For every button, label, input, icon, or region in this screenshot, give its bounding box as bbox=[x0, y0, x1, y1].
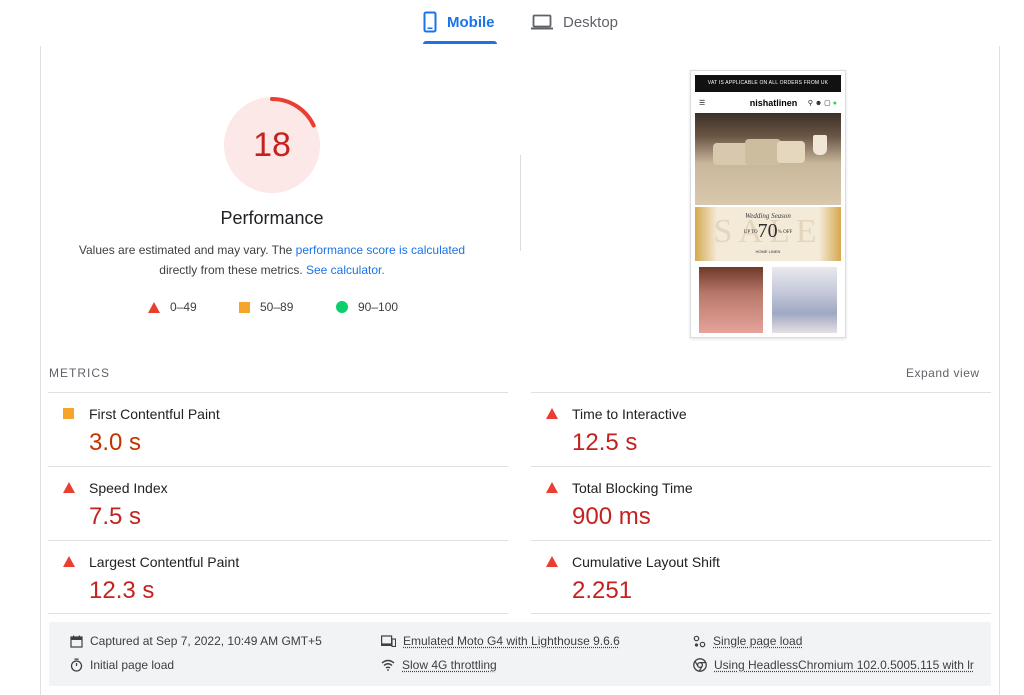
metric-value: 900 ms bbox=[572, 503, 651, 531]
device-tabs: Mobile Desktop bbox=[0, 0, 1024, 46]
browser-version[interactable]: Using HeadlessChromium 102.0.5005.115 wi… bbox=[693, 658, 974, 672]
wifi-icon bbox=[381, 659, 395, 671]
single-load-text: Single page load bbox=[713, 634, 802, 648]
metric-value: 3.0 s bbox=[89, 429, 141, 457]
sale-sub: HOME LINEN bbox=[695, 249, 841, 254]
metric-value: 2.251 bbox=[572, 577, 632, 605]
desc-prefix: Values are estimated and may vary. The bbox=[79, 243, 296, 257]
metric-label: Largest Contentful Paint bbox=[89, 554, 239, 570]
menu-search-icon: ☰ bbox=[699, 99, 705, 107]
fail-triangle-icon bbox=[63, 556, 75, 567]
legend-fail: 0–49 bbox=[148, 298, 197, 316]
captured-text: Captured at Sep 7, 2022, 10:49 AM GMT+5 bbox=[90, 634, 322, 648]
timer-icon bbox=[70, 658, 83, 672]
sale-value: UP TO70% OFF bbox=[695, 220, 841, 243]
performance-gauge: 18 bbox=[223, 96, 321, 194]
legend-average: 50–89 bbox=[239, 298, 293, 316]
smartphone-icon bbox=[423, 11, 437, 33]
browser-text: Using HeadlessChromium 102.0.5005.115 wi… bbox=[714, 658, 974, 672]
fail-triangle-icon bbox=[546, 408, 558, 419]
tab-mobile[interactable]: Mobile bbox=[423, 0, 497, 44]
metric-label: Speed Index bbox=[89, 480, 168, 496]
active-tab-indicator bbox=[423, 41, 497, 44]
fail-triangle-icon bbox=[63, 482, 75, 493]
fail-triangle-icon bbox=[546, 482, 558, 493]
square-icon bbox=[239, 302, 250, 313]
network-throttling[interactable]: Slow 4G throttling bbox=[381, 658, 497, 672]
final-screenshot[interactable]: VAT IS APPLICABLE ON ALL ORDERS FROM UK … bbox=[690, 70, 846, 338]
nav-icons: ⚲ ☻ ▢ ● bbox=[808, 99, 837, 107]
emulated-text: Emulated Moto G4 with Lighthouse 9.6.6 bbox=[403, 634, 620, 648]
single-page-load[interactable]: Single page load bbox=[693, 634, 802, 648]
screenshot-banner: VAT IS APPLICABLE ON ALL ORDERS FROM UK bbox=[695, 75, 841, 92]
metric-label: Time to Interactive bbox=[572, 406, 687, 422]
metric-label: Cumulative Layout Shift bbox=[572, 554, 720, 570]
see-calculator-link[interactable]: See calculator. bbox=[306, 263, 385, 277]
expand-view-button[interactable]: Expand view bbox=[906, 366, 980, 380]
initial-page-load: Initial page load bbox=[70, 658, 174, 672]
chrome-icon bbox=[693, 658, 707, 672]
screenshot-logo: nishatlinen bbox=[750, 98, 798, 108]
legend-average-label: 50–89 bbox=[260, 300, 293, 314]
devices-icon bbox=[381, 635, 396, 647]
screenshot-nav: ☰ nishatlinen ⚲ ☻ ▢ ● bbox=[695, 95, 841, 111]
calendar-icon bbox=[70, 635, 83, 648]
metric-label: First Contentful Paint bbox=[89, 406, 220, 422]
performance-description: Values are estimated and may vary. The p… bbox=[70, 240, 474, 280]
screenshot-product-image bbox=[772, 267, 837, 333]
average-square-icon bbox=[63, 408, 74, 419]
people-icon bbox=[693, 635, 706, 648]
emulated-device[interactable]: Emulated Moto G4 with Lighthouse 9.6.6 bbox=[381, 634, 620, 648]
desc-middle: directly from these metrics. bbox=[159, 263, 306, 277]
tab-mobile-label: Mobile bbox=[447, 14, 495, 31]
legend-pass: 90–100 bbox=[336, 298, 398, 316]
screenshot-product-image bbox=[699, 267, 763, 333]
metrics-title: METRICS bbox=[49, 366, 110, 380]
triangle-icon bbox=[148, 302, 160, 313]
screenshot-sale-banner: SALE Wedding Season UP TO70% OFF HOME LI… bbox=[695, 207, 841, 261]
captured-at: Captured at Sep 7, 2022, 10:49 AM GMT+5 bbox=[70, 634, 322, 648]
performance-score-link[interactable]: performance score is calculated bbox=[296, 243, 465, 257]
metric-cumulative-layout-shift: Cumulative Layout Shift 2.251 bbox=[531, 540, 991, 614]
metric-value: 7.5 s bbox=[89, 503, 141, 531]
runtime-settings: Captured at Sep 7, 2022, 10:49 AM GMT+5 … bbox=[49, 622, 991, 686]
metric-time-to-interactive: Time to Interactive 12.5 s bbox=[531, 392, 991, 466]
metric-largest-contentful-paint: Largest Contentful Paint 12.3 s bbox=[48, 540, 508, 614]
legend-pass-label: 90–100 bbox=[358, 300, 398, 314]
tab-desktop[interactable]: Desktop bbox=[531, 0, 621, 44]
screenshot-hero-image bbox=[695, 113, 841, 205]
metric-total-blocking-time: Total Blocking Time 900 ms bbox=[531, 466, 991, 540]
metric-value: 12.3 s bbox=[89, 577, 154, 605]
fail-triangle-icon bbox=[546, 556, 558, 567]
laptop-icon bbox=[531, 14, 553, 30]
performance-title: Performance bbox=[150, 208, 394, 229]
throttling-text: Slow 4G throttling bbox=[402, 658, 497, 672]
sale-heading: Wedding Season bbox=[695, 212, 841, 220]
metric-speed-index: Speed Index 7.5 s bbox=[48, 466, 508, 540]
performance-score: 18 bbox=[223, 96, 321, 194]
vertical-divider bbox=[520, 155, 521, 251]
initial-load-text: Initial page load bbox=[90, 658, 174, 672]
metric-label: Total Blocking Time bbox=[572, 480, 693, 496]
tab-desktop-label: Desktop bbox=[563, 14, 618, 31]
legend-fail-label: 0–49 bbox=[170, 300, 197, 314]
circle-icon bbox=[336, 301, 348, 313]
metric-value: 12.5 s bbox=[572, 429, 637, 457]
metric-first-contentful-paint: First Contentful Paint 3.0 s bbox=[48, 392, 508, 466]
